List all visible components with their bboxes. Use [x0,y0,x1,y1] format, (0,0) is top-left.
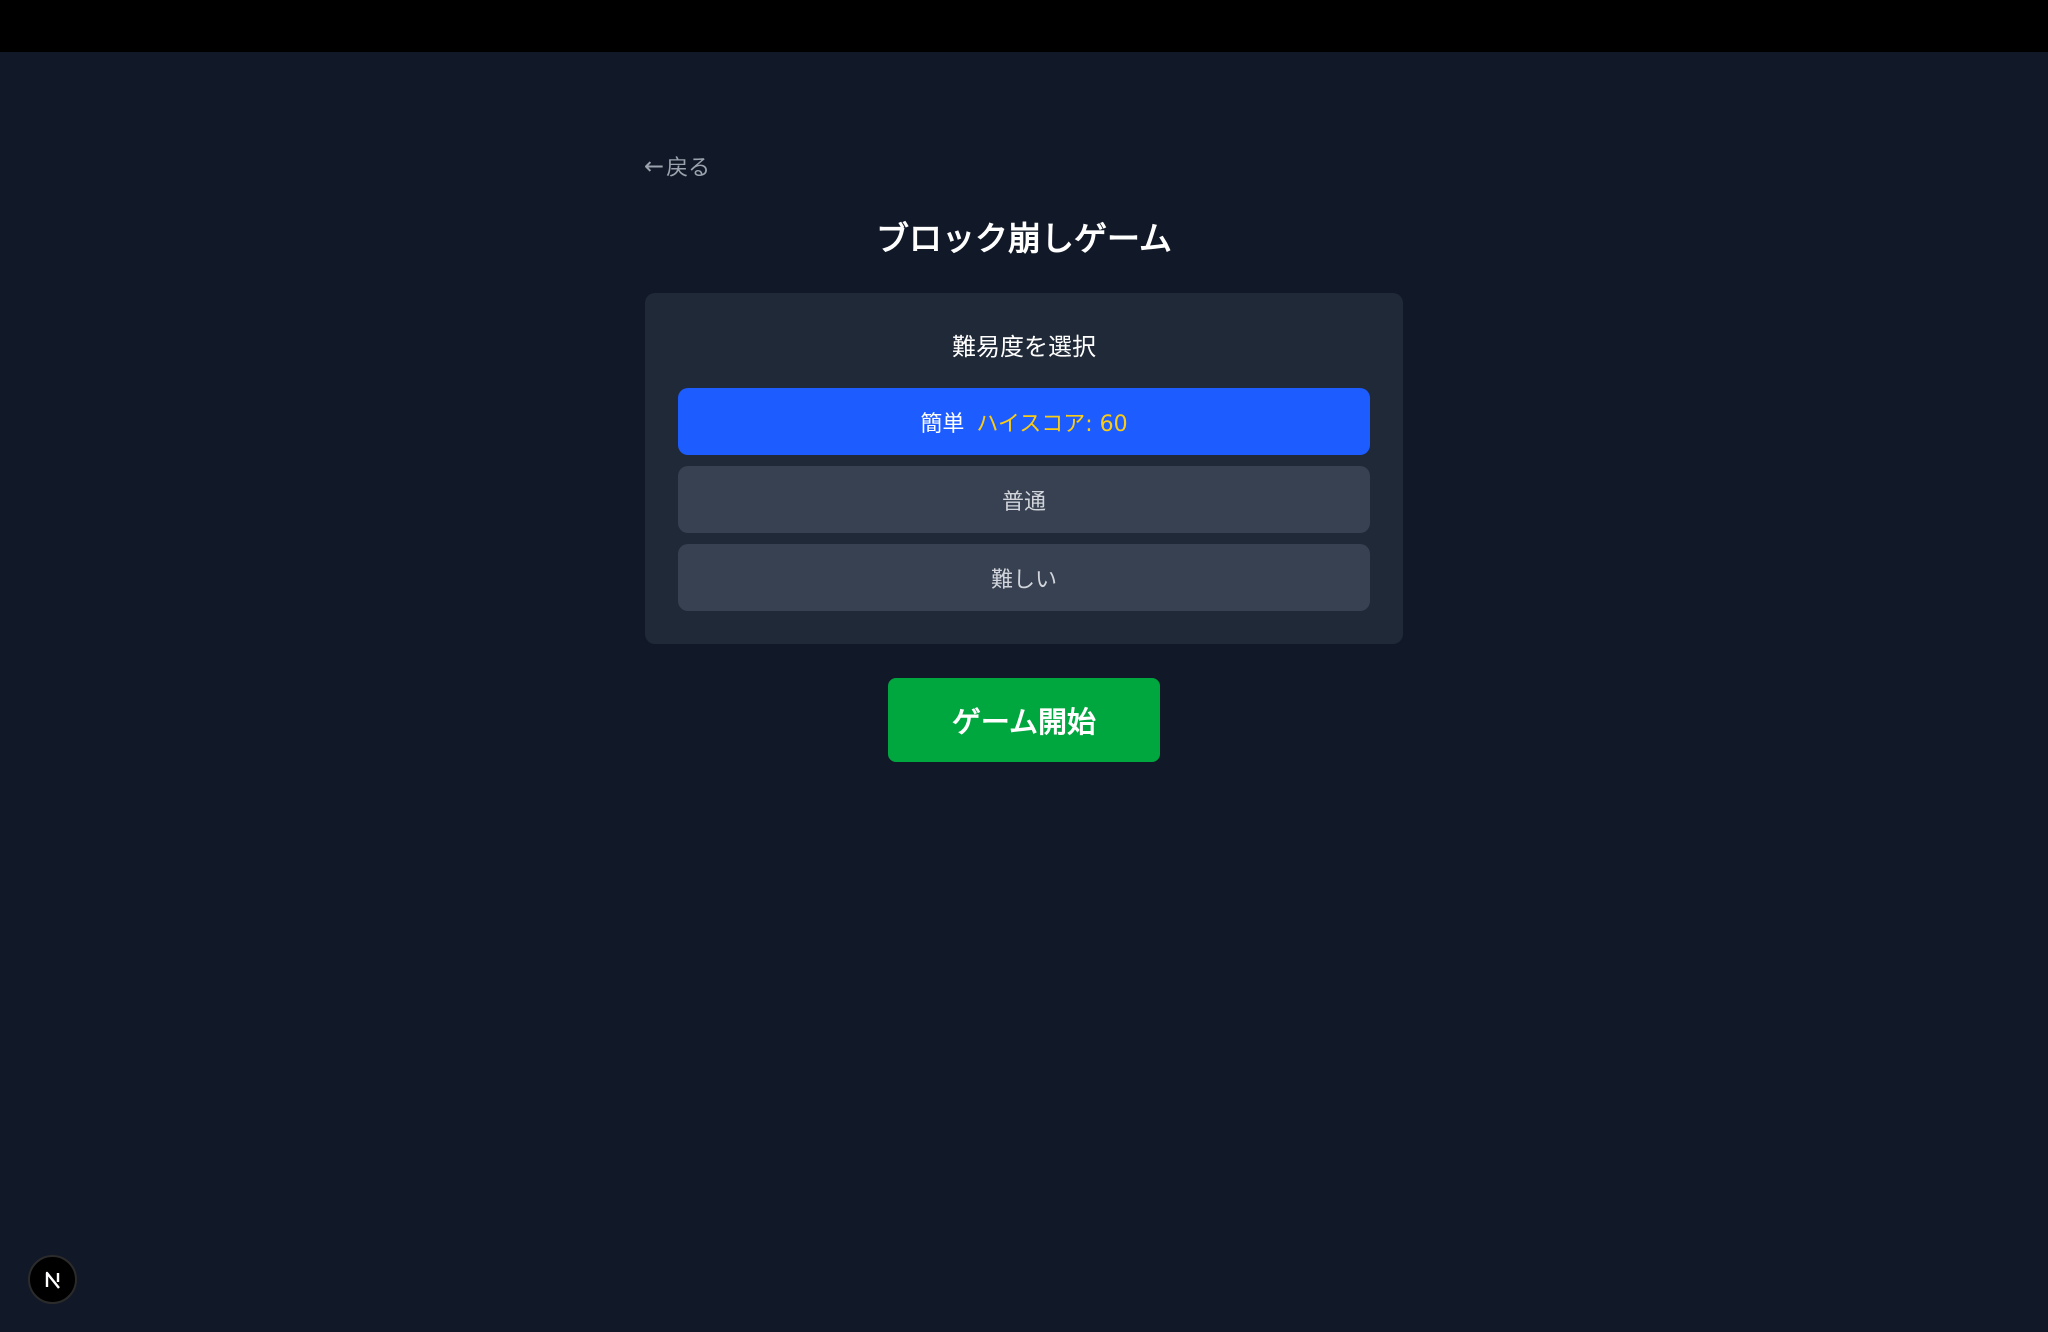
back-link[interactable]: ← 戻る [644,150,710,182]
back-link-label: 戻る [666,156,711,181]
high-score-text: ハイスコア: 60 [976,411,1128,437]
difficulty-easy-button[interactable]: 簡単 ハイスコア: 60 [678,388,1370,455]
difficulty-hard-label: 難しい [990,567,1057,593]
arrow-left-icon: ← [644,152,665,180]
difficulty-normal-button[interactable]: 普通 [678,466,1370,533]
game-menu-page: ← 戻る ブロック崩しゲーム 難易度を選択 簡単 ハイスコア: 60 普通 難し… [0,52,2048,1332]
start-game-button[interactable]: ゲーム開始 [888,678,1160,762]
difficulty-easy-label: 簡単 [920,411,965,437]
browser-top-bar [0,0,2048,52]
difficulty-panel: 難易度を選択 簡単 ハイスコア: 60 普通 難しい [645,293,1403,644]
difficulty-hard-button[interactable]: 難しい [678,544,1370,611]
difficulty-heading: 難易度を選択 [952,333,1096,361]
page-title: ブロック崩しゲーム [875,219,1172,258]
nextjs-logo-icon [45,1271,60,1289]
difficulty-normal-label: 普通 [1001,489,1046,515]
nextjs-dev-indicator[interactable] [28,1255,77,1304]
